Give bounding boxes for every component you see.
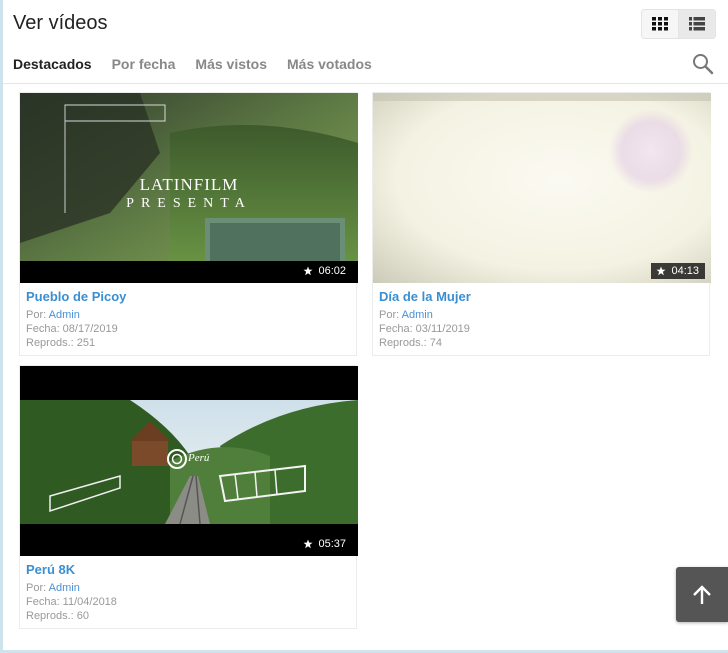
search-button[interactable] <box>692 53 714 80</box>
tab-mas-vistos[interactable]: Más vistos <box>195 56 267 72</box>
author-label: Por: <box>26 309 47 321</box>
grid-icon <box>652 17 668 31</box>
thumbnail-image <box>373 93 711 283</box>
video-card: Perú 05:37 Perú 8K Por: Admin Fecha: 11/… <box>19 365 358 629</box>
video-thumbnail[interactable]: Perú 05:37 <box>20 366 358 556</box>
view-toggle <box>641 9 716 39</box>
tabs-divider <box>3 83 728 84</box>
video-title[interactable]: Pueblo de Picoy <box>26 289 126 304</box>
duration-text: 04:13 <box>671 265 699 277</box>
sort-tabs: Destacados Por fecha Más vistos Más vota… <box>13 56 372 72</box>
page-title: Ver vídeos <box>13 12 108 34</box>
video-plays: Reprods.: 60 <box>26 610 89 622</box>
author-link[interactable]: Admin <box>49 309 80 321</box>
video-title[interactable]: Perú 8K <box>26 562 75 577</box>
search-icon <box>693 54 714 75</box>
star-icon <box>303 266 313 276</box>
video-date: Fecha: 08/17/2019 <box>26 323 118 335</box>
duration-badge: 04:13 <box>651 263 705 279</box>
video-card: 04:13 Día de la Mujer Por: Admin Fecha: … <box>372 92 711 356</box>
list-view-button[interactable] <box>678 10 715 38</box>
star-icon <box>656 266 666 276</box>
arrow-up-icon <box>693 584 711 604</box>
thumbnail-caption-2: PRESENTA <box>126 196 252 211</box>
author-label: Por: <box>379 309 400 321</box>
video-card: LATINFILM PRESENTA 06:02 Pueblo de Picoy… <box>19 92 358 356</box>
video-title[interactable]: Día de la Mujer <box>379 289 471 304</box>
tab-mas-votados[interactable]: Más votados <box>287 56 372 72</box>
video-plays: Reprods.: 74 <box>379 337 442 349</box>
tab-por-fecha[interactable]: Por fecha <box>112 56 176 72</box>
author-link[interactable]: Admin <box>402 309 433 321</box>
grid-view-button[interactable] <box>642 10 678 38</box>
star-icon <box>303 539 313 549</box>
duration-badge: 05:37 <box>298 536 352 552</box>
thumbnail-logo: Perú <box>188 452 210 464</box>
duration-text: 05:37 <box>318 538 346 550</box>
left-edge <box>0 0 3 653</box>
scroll-to-top-button[interactable] <box>676 567 728 622</box>
author-label: Por: <box>26 582 47 594</box>
list-icon <box>689 17 705 31</box>
video-date: Fecha: 11/04/2018 <box>26 596 117 608</box>
video-author: Por: Admin <box>379 309 433 321</box>
video-author: Por: Admin <box>26 582 80 594</box>
thumbnail-caption-1: LATINFILM <box>139 175 239 194</box>
video-date: Fecha: 03/11/2019 <box>379 323 470 335</box>
tab-destacados[interactable]: Destacados <box>13 56 92 72</box>
video-plays: Reprods.: 251 <box>26 337 96 349</box>
video-thumbnail[interactable]: 04:13 <box>373 93 711 283</box>
duration-badge: 06:02 <box>298 263 352 279</box>
video-author: Por: Admin <box>26 309 80 321</box>
duration-text: 06:02 <box>318 265 346 277</box>
author-link[interactable]: Admin <box>49 582 80 594</box>
video-thumbnail[interactable]: LATINFILM PRESENTA 06:02 <box>20 93 358 283</box>
